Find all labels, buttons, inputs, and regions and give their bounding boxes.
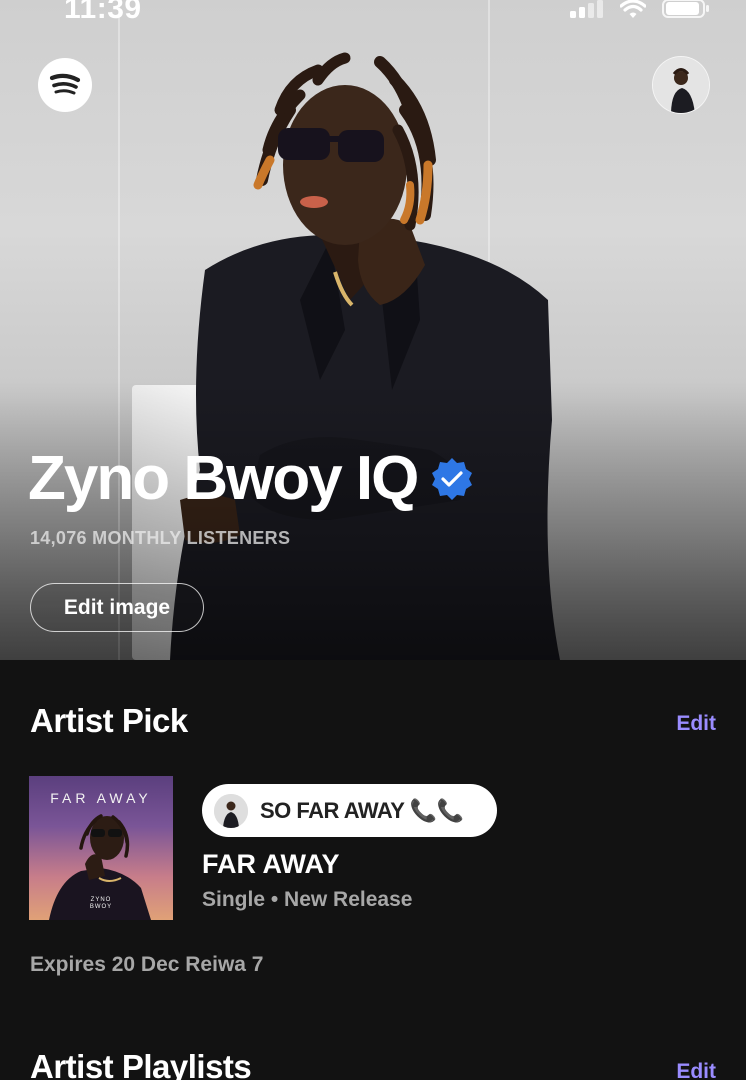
signal-icon [570, 0, 603, 18]
cover-subtitle-line-2: BWOY [89, 904, 113, 910]
artist-playlists-heading: Artist Playlists [30, 1048, 252, 1080]
artist-header-image: 11:39 Zyno Bwoy IQ 14,076 MONTHLY LISTEN… [0, 0, 746, 660]
monthly-listeners: 14,076 MONTHLY LISTENERS [30, 528, 291, 548]
artist-pick-edit-button[interactable]: Edit [676, 712, 716, 736]
edit-image-button[interactable]: Edit image [30, 583, 204, 632]
wifi-icon [620, 0, 646, 18]
pill-avatar [214, 793, 248, 828]
verified-badge-icon [432, 458, 473, 500]
artist-name-row: Zyno Bwoy IQ [28, 448, 475, 510]
release-cover-art[interactable]: FAR AWAY ZYNO BWOY [29, 776, 173, 920]
cover-subtitle: ZYNO BWOY [29, 897, 173, 911]
release-subtitle: Single • New Release [202, 888, 413, 911]
status-time: 11:39 [64, 0, 142, 25]
pill-text: SO FAR AWAY 📞📞 [260, 797, 464, 823]
status-icons [570, 0, 710, 18]
cover-subtitle-line-1: ZYNO [90, 897, 112, 903]
spotify-logo-icon[interactable] [38, 58, 92, 112]
artist-playlists-edit-button[interactable]: Edit [676, 1060, 716, 1080]
profile-avatar[interactable] [652, 56, 710, 114]
artist-pick-message-pill[interactable]: SO FAR AWAY 📞📞 [202, 784, 497, 837]
pick-expiry: Expires 20 Dec Reiwa 7 [30, 953, 264, 976]
artist-pick-heading: Artist Pick [30, 702, 188, 739]
release-title[interactable]: FAR AWAY [202, 849, 340, 880]
battery-icon [662, 0, 709, 18]
artist-name: Zyno Bwoy IQ [28, 444, 419, 513]
